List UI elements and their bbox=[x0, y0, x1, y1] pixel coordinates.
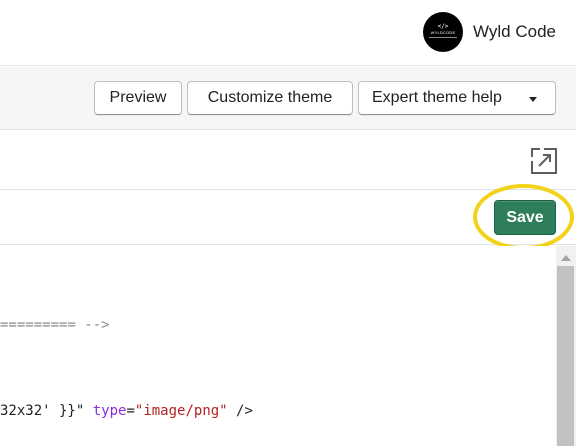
theme-toolbar: Preview Customize theme Expert theme hel… bbox=[0, 67, 576, 130]
expert-theme-help-button[interactable]: Expert theme help bbox=[358, 81, 556, 115]
logo-wordmark: WYLDCODE bbox=[430, 30, 456, 35]
scrollbar-thumb[interactable] bbox=[557, 266, 574, 446]
scroll-up-arrow-icon[interactable] bbox=[561, 255, 571, 261]
logo-underline bbox=[429, 37, 457, 38]
account-menu[interactable]: </> WYLDCODE Wyld Code bbox=[423, 12, 556, 52]
preview-button[interactable]: Preview bbox=[94, 81, 182, 115]
top-bar: </> WYLDCODE Wyld Code bbox=[0, 0, 576, 66]
expert-theme-help-label: Expert theme help bbox=[372, 89, 502, 106]
code-comment: ========= --> bbox=[0, 317, 110, 333]
code-token-equals: = bbox=[126, 403, 135, 419]
vertical-scrollbar[interactable] bbox=[556, 246, 576, 446]
code-editor[interactable]: ========= --> 32x32' }}" type="image/png… bbox=[0, 246, 576, 446]
code-line: 32x32' }}" type="image/png" /> bbox=[0, 403, 253, 419]
code-token-attribute: type bbox=[92, 403, 127, 419]
editor-header bbox=[0, 131, 576, 190]
code-token-tag-close: /> bbox=[227, 403, 253, 419]
expand-icon[interactable] bbox=[531, 148, 557, 174]
save-bar bbox=[0, 191, 576, 245]
customize-theme-button[interactable]: Customize theme bbox=[187, 81, 353, 115]
code-line: ========= --> bbox=[0, 317, 110, 333]
save-button[interactable]: Save bbox=[494, 200, 556, 235]
code-token-string: "image/png" bbox=[134, 403, 228, 419]
store-avatar[interactable]: </> WYLDCODE bbox=[423, 12, 463, 52]
caret-down-icon bbox=[529, 97, 537, 102]
account-name[interactable]: Wyld Code bbox=[473, 22, 556, 42]
code-token-liquid: 32x32' }}" bbox=[0, 403, 85, 419]
